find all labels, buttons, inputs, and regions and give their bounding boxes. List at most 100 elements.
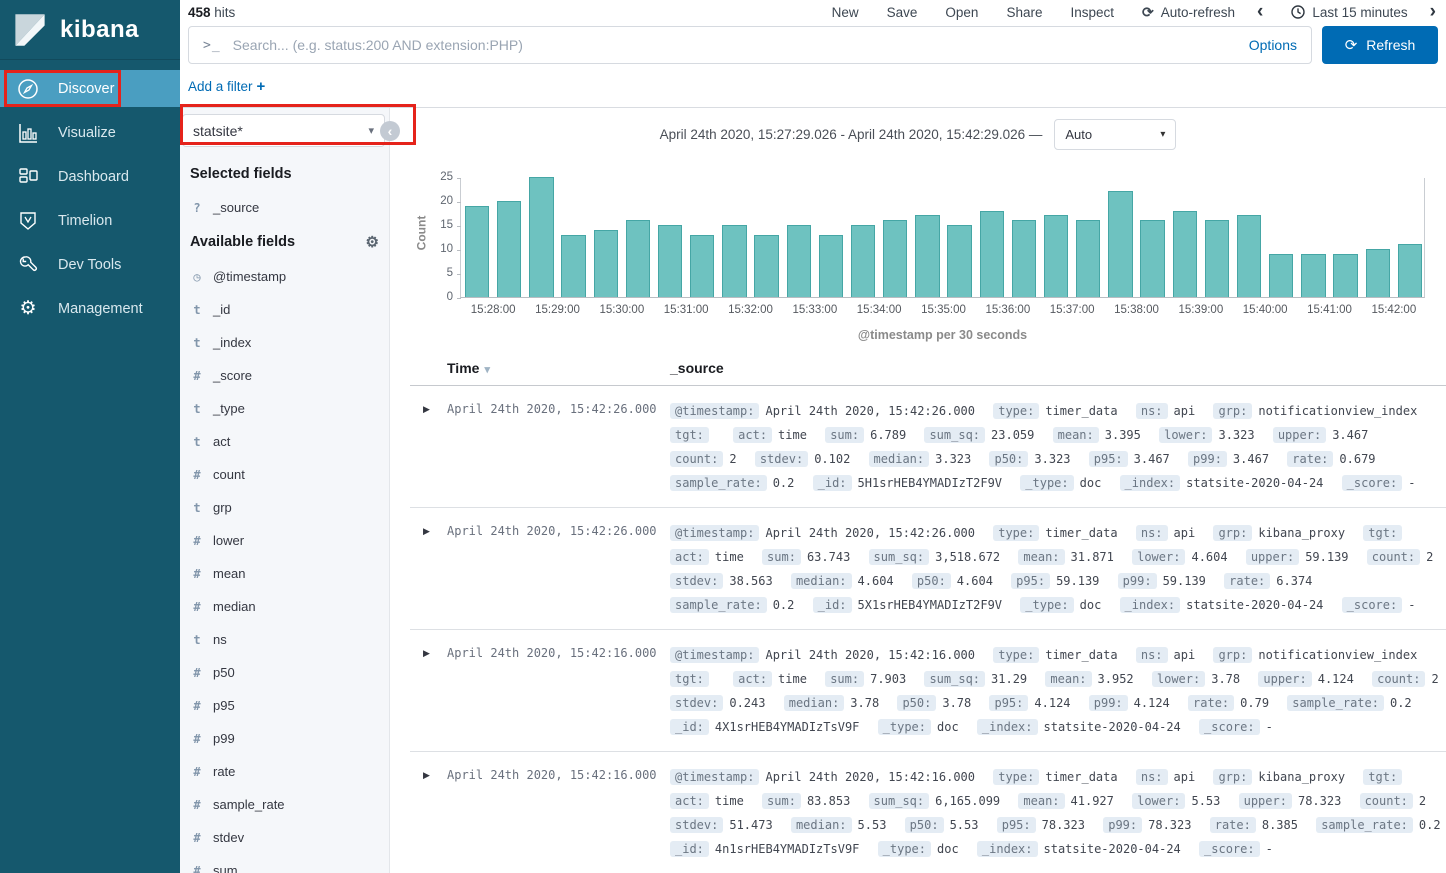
- field-rate[interactable]: #rate: [180, 755, 389, 788]
- kibana-logo[interactable]: kibana: [0, 0, 180, 60]
- field-act[interactable]: tact: [180, 425, 389, 458]
- field-sample_rate[interactable]: #sample_rate: [180, 788, 389, 821]
- menu-save[interactable]: Save: [887, 5, 918, 20]
- histogram-bar[interactable]: [851, 225, 875, 297]
- histogram-bar[interactable]: [754, 235, 778, 297]
- source-field: type:timer_data: [993, 643, 1117, 667]
- menu-open[interactable]: Open: [945, 5, 978, 20]
- time-column-header[interactable]: Time▾: [447, 360, 670, 376]
- field-type-badge: t: [190, 633, 204, 647]
- field-value: 4.604: [957, 574, 993, 588]
- histogram-bar[interactable]: [947, 225, 971, 297]
- field-ns[interactable]: tns: [180, 623, 389, 656]
- field-_index[interactable]: t_index: [180, 326, 389, 359]
- time-back-button[interactable]: ‹: [1257, 5, 1263, 19]
- sidebar-item-timelion[interactable]: Timelion: [0, 202, 180, 239]
- field-value: 3.952: [1098, 672, 1134, 686]
- field-value: doc: [937, 842, 959, 856]
- histogram-bar[interactable]: [980, 211, 1004, 297]
- x-tick-label: 15:28:00: [471, 304, 516, 316]
- field-settings-gear-icon[interactable]: ⚙: [366, 233, 379, 251]
- field-count[interactable]: #count: [180, 458, 389, 491]
- index-pattern-selector[interactable]: statsite* ▾: [182, 114, 385, 147]
- histogram-bar[interactable]: [1205, 220, 1229, 297]
- histogram-bar[interactable]: [1173, 211, 1197, 297]
- histogram-bar[interactable]: [497, 201, 521, 297]
- sidebar-item-visualize[interactable]: Visualize: [0, 114, 180, 151]
- expand-icon[interactable]: ▶: [423, 770, 430, 780]
- field-p50[interactable]: #p50: [180, 656, 389, 689]
- sidebar-item-dev-tools[interactable]: Dev Tools: [0, 246, 180, 283]
- histogram-bar[interactable]: [626, 220, 650, 297]
- options-link[interactable]: Options: [1249, 37, 1311, 53]
- field-type-badge: t: [190, 336, 204, 350]
- expand-icon[interactable]: ▶: [423, 526, 430, 536]
- histogram-bar[interactable]: [1366, 249, 1390, 297]
- histogram-bar[interactable]: [722, 225, 746, 297]
- source-field: upper:59.139: [1246, 545, 1349, 569]
- field-_type[interactable]: t_type: [180, 392, 389, 425]
- histogram-bar[interactable]: [690, 235, 714, 297]
- menu-new[interactable]: New: [832, 5, 859, 20]
- field-lower[interactable]: #lower: [180, 524, 389, 557]
- histogram-bar[interactable]: [819, 235, 843, 297]
- source-field: act:time: [670, 789, 744, 813]
- histogram-bar[interactable]: [1269, 254, 1293, 297]
- menu-share[interactable]: Share: [1006, 5, 1042, 20]
- field-_id[interactable]: t_id: [180, 293, 389, 326]
- sidebar-item-discover[interactable]: Discover: [0, 70, 180, 107]
- field-key: act:: [733, 427, 772, 443]
- add-filter-link[interactable]: Add a filter+: [188, 79, 265, 94]
- histogram-bar[interactable]: [1076, 220, 1100, 297]
- expand-icon[interactable]: ▶: [423, 404, 430, 414]
- field-name: lower: [213, 533, 244, 548]
- doc-row: ▶April 24th 2020, 15:42:16.000@timestamp…: [410, 752, 1446, 873]
- histogram-bar[interactable]: [1108, 191, 1132, 297]
- collapse-panel-button[interactable]: ‹: [380, 121, 400, 141]
- sidebar-item-dashboard[interactable]: Dashboard: [0, 158, 180, 195]
- auto-refresh-button[interactable]: ⟳ Auto-refresh: [1142, 4, 1235, 21]
- histogram-bar[interactable]: [1237, 215, 1261, 297]
- field-grp[interactable]: tgrp: [180, 491, 389, 524]
- histogram-bar[interactable]: [465, 206, 489, 297]
- histogram-bar[interactable]: [1044, 215, 1068, 297]
- histogram-bar[interactable]: [1140, 220, 1164, 297]
- histogram-bar[interactable]: [1301, 254, 1325, 297]
- field-key: _score:: [1342, 597, 1403, 613]
- source-field: count:2: [1372, 667, 1439, 691]
- histogram-bar[interactable]: [561, 235, 585, 297]
- expand-icon[interactable]: ▶: [423, 648, 430, 658]
- interval-select[interactable]: Auto ▾: [1054, 119, 1176, 150]
- histogram-bar[interactable]: [915, 215, 939, 297]
- histogram-bar[interactable]: [658, 225, 682, 297]
- source-field: lower:5.53: [1132, 789, 1220, 813]
- field-p95[interactable]: #p95: [180, 689, 389, 722]
- field-sum[interactable]: #sum: [180, 854, 389, 873]
- source-field: p99:4.124: [1089, 691, 1170, 715]
- field-value: 0.679: [1339, 452, 1375, 466]
- field-_score[interactable]: #_score: [180, 359, 389, 392]
- menu-inspect[interactable]: Inspect: [1070, 5, 1114, 20]
- search-input[interactable]: [233, 37, 1249, 53]
- time-forward-button[interactable]: ›: [1430, 5, 1436, 19]
- histogram-bar[interactable]: [1398, 244, 1422, 297]
- field-median[interactable]: #median: [180, 590, 389, 623]
- field-_source[interactable]: ?_source: [180, 191, 389, 224]
- field-mean[interactable]: #mean: [180, 557, 389, 590]
- sidebar-item-management[interactable]: ⚙Management: [0, 290, 180, 327]
- field-value: -: [1408, 598, 1415, 612]
- field-p99[interactable]: #p99: [180, 722, 389, 755]
- hits-count: 458 hits: [188, 5, 235, 20]
- histogram-bar[interactable]: [1333, 254, 1357, 297]
- field-key: p99:: [1118, 573, 1157, 589]
- field-stdev[interactable]: #stdev: [180, 821, 389, 854]
- field-value: 2: [729, 452, 736, 466]
- refresh-button[interactable]: ⟳ Refresh: [1322, 26, 1438, 64]
- histogram-bar[interactable]: [787, 225, 811, 297]
- histogram-bar[interactable]: [1012, 220, 1036, 297]
- histogram-bar[interactable]: [883, 220, 907, 297]
- histogram-bar[interactable]: [594, 230, 618, 297]
- field-@timestamp[interactable]: ◷@timestamp: [180, 260, 389, 293]
- histogram-bar[interactable]: [529, 177, 553, 297]
- timepicker-button[interactable]: Last 15 minutes: [1291, 5, 1407, 20]
